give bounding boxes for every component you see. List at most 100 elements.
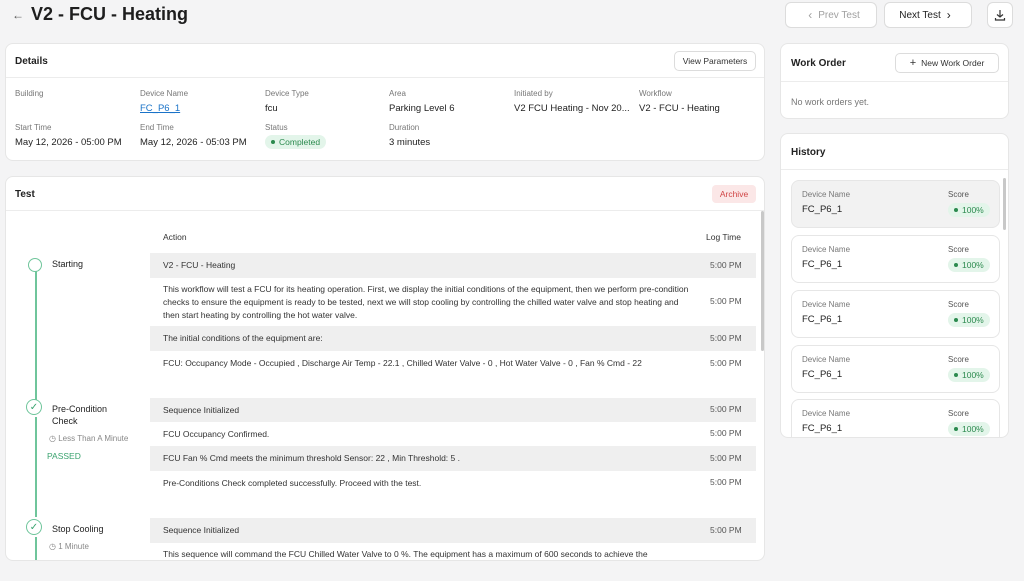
log-time-column-header: Log Time xyxy=(706,232,741,242)
score-badge-text: 100% xyxy=(962,205,984,215)
log-time: 5:00 PM xyxy=(710,404,742,414)
step-precondition-result: PASSED xyxy=(47,451,81,461)
timeline-line xyxy=(35,271,37,407)
next-test-label: Next Test xyxy=(899,9,941,21)
area-label: Area xyxy=(389,89,406,98)
arrow-left-icon[interactable]: ← xyxy=(12,8,24,22)
status-label: Status xyxy=(265,123,288,132)
work-order-title: Work Order xyxy=(791,58,846,69)
history-item[interactable]: Device Name FC_P6_1 Score 100% xyxy=(791,290,1000,338)
history-item-score-label: Score xyxy=(948,245,969,254)
log-time: 5:00 PM xyxy=(710,428,742,438)
log-time: 5:00 PM xyxy=(710,358,742,368)
test-title: Test xyxy=(15,189,35,200)
step-precondition-label: Pre-Condition Check xyxy=(52,404,108,426)
score-badge-text: 100% xyxy=(962,370,984,380)
timeline-line xyxy=(35,537,37,560)
clock-icon: ◷ xyxy=(49,434,56,443)
history-item[interactable]: Device Name FC_P6_1 Score 100% xyxy=(791,235,1000,283)
log-row: The initial conditions of the equipment … xyxy=(150,326,756,351)
archive-button[interactable]: Archive xyxy=(712,185,756,203)
score-badge-text: 100% xyxy=(962,315,984,325)
prev-test-label: Prev Test xyxy=(818,9,860,21)
duration-field: Duration 3 minutes xyxy=(389,123,509,148)
initiated-by-label: Initiated by xyxy=(514,89,553,98)
score-badge-text: 100% xyxy=(962,260,984,270)
history-item[interactable]: Device Name FC_P6_1 Score 100% xyxy=(791,345,1000,393)
history-item-name: FC_P6_1 xyxy=(802,369,843,380)
log-action: Pre-Conditions Check completed successfu… xyxy=(163,478,422,488)
log-time: 5:00 PM xyxy=(710,477,742,487)
status-value: Completed xyxy=(265,135,385,149)
history-item-score-label: Score xyxy=(948,190,969,199)
prev-test-button[interactable]: ‹ Prev Test xyxy=(785,2,877,28)
duration-label: Duration xyxy=(389,123,420,132)
device-type-value: fcu xyxy=(265,103,278,114)
history-item-name: FC_P6_1 xyxy=(802,314,843,325)
log-row: FCU Fan % Cmd meets the minimum threshol… xyxy=(150,446,756,471)
view-parameters-button[interactable]: View Parameters xyxy=(674,51,756,71)
history-item-name: FC_P6_1 xyxy=(802,204,843,215)
workflow-label: Workflow xyxy=(639,89,672,98)
log-time: 5:00 PM xyxy=(710,453,742,463)
log-action: V2 - FCU - Heating xyxy=(163,260,236,270)
history-item[interactable]: Device Name FC_P6_1 Score 100% xyxy=(791,399,1000,437)
log-time: 5:00 PM xyxy=(710,525,742,535)
top-bar: ← V2 - FCU - Heating ‹ Prev Test Next Te… xyxy=(0,0,1024,34)
next-test-button[interactable]: Next Test › xyxy=(884,2,972,28)
log-row: Sequence Initialized 5:00 PM xyxy=(150,398,756,422)
device-name-link[interactable]: FC_P6_1 xyxy=(140,103,260,114)
history-item-name-label: Device Name xyxy=(802,245,851,254)
start-time-field: Start Time May 12, 2026 - 05:00 PM xyxy=(15,123,135,148)
plus-icon: + xyxy=(909,57,917,69)
history-item[interactable]: Device Name FC_P6_1 Score 100% xyxy=(791,180,1000,228)
log-action: This sequence will command the FCU Chill… xyxy=(163,549,648,559)
workflow-field: Workflow V2 - FCU - Heating xyxy=(639,89,759,114)
building-label: Building xyxy=(15,89,44,98)
history-title: History xyxy=(791,147,826,158)
device-name-field: Device Name FC_P6_1 xyxy=(140,89,260,114)
log-row: Pre-Conditions Check completed successfu… xyxy=(150,471,756,495)
new-work-order-button[interactable]: + New Work Order xyxy=(895,53,999,73)
test-card: Test Archive Action Log Time Starting ✓ … xyxy=(5,176,765,561)
history-item-name: FC_P6_1 xyxy=(802,423,843,434)
initiated-by-field: Initiated by V2 FCU Heating - Nov 20... xyxy=(514,89,634,114)
download-button[interactable] xyxy=(987,2,1013,28)
clock-icon: ◷ xyxy=(49,542,56,551)
status-badge-text: Completed xyxy=(279,137,321,147)
end-time-field: End Time May 12, 2026 - 05:03 PM xyxy=(140,123,260,148)
log-row: This workflow will test a FCU for its he… xyxy=(150,278,756,326)
log-row: FCU: Occupancy Mode - Occupied , Dischar… xyxy=(150,351,756,376)
device-type-label: Device Type xyxy=(265,89,309,98)
divider xyxy=(781,169,1008,170)
step-starting-icon xyxy=(28,258,42,272)
step-precondition-duration-text: Less Than A Minute xyxy=(58,434,129,443)
device-name-label: Device Name xyxy=(140,89,189,98)
divider xyxy=(6,77,764,78)
log-action: This workflow will test a FCU for its he… xyxy=(163,284,689,320)
history-item-score-label: Score xyxy=(948,409,969,418)
log-action: The initial conditions of the equipment … xyxy=(163,333,323,343)
download-icon xyxy=(994,10,1006,21)
divider xyxy=(781,81,1008,82)
step-stop-cooling-label: Stop Cooling xyxy=(52,524,104,534)
step-starting-label: Starting xyxy=(52,259,84,269)
history-item-name: FC_P6_1 xyxy=(802,259,843,270)
log-action: FCU Occupancy Confirmed. xyxy=(163,429,270,439)
history-item-score-label: Score xyxy=(948,355,969,364)
score-badge-text: 100% xyxy=(962,424,984,434)
work-order-empty-text: No work orders yet. xyxy=(791,97,870,107)
status-badge: Completed xyxy=(265,135,327,149)
new-work-order-label: New Work Order xyxy=(921,58,985,68)
history-item-name-label: Device Name xyxy=(802,190,851,199)
scrollbar[interactable] xyxy=(761,211,764,351)
history-scrollbar[interactable] xyxy=(1003,178,1006,230)
history-item-name-label: Device Name xyxy=(802,409,851,418)
log-action: Sequence Initialized xyxy=(163,525,240,535)
history-item-name-label: Device Name xyxy=(802,300,851,309)
end-time-label: End Time xyxy=(140,123,174,132)
step-precondition-duration: ◷ Less Than A Minute xyxy=(49,434,128,443)
chevron-right-icon: › xyxy=(946,8,951,22)
history-item-score: 100% xyxy=(948,422,990,436)
details-title: Details xyxy=(15,56,48,67)
